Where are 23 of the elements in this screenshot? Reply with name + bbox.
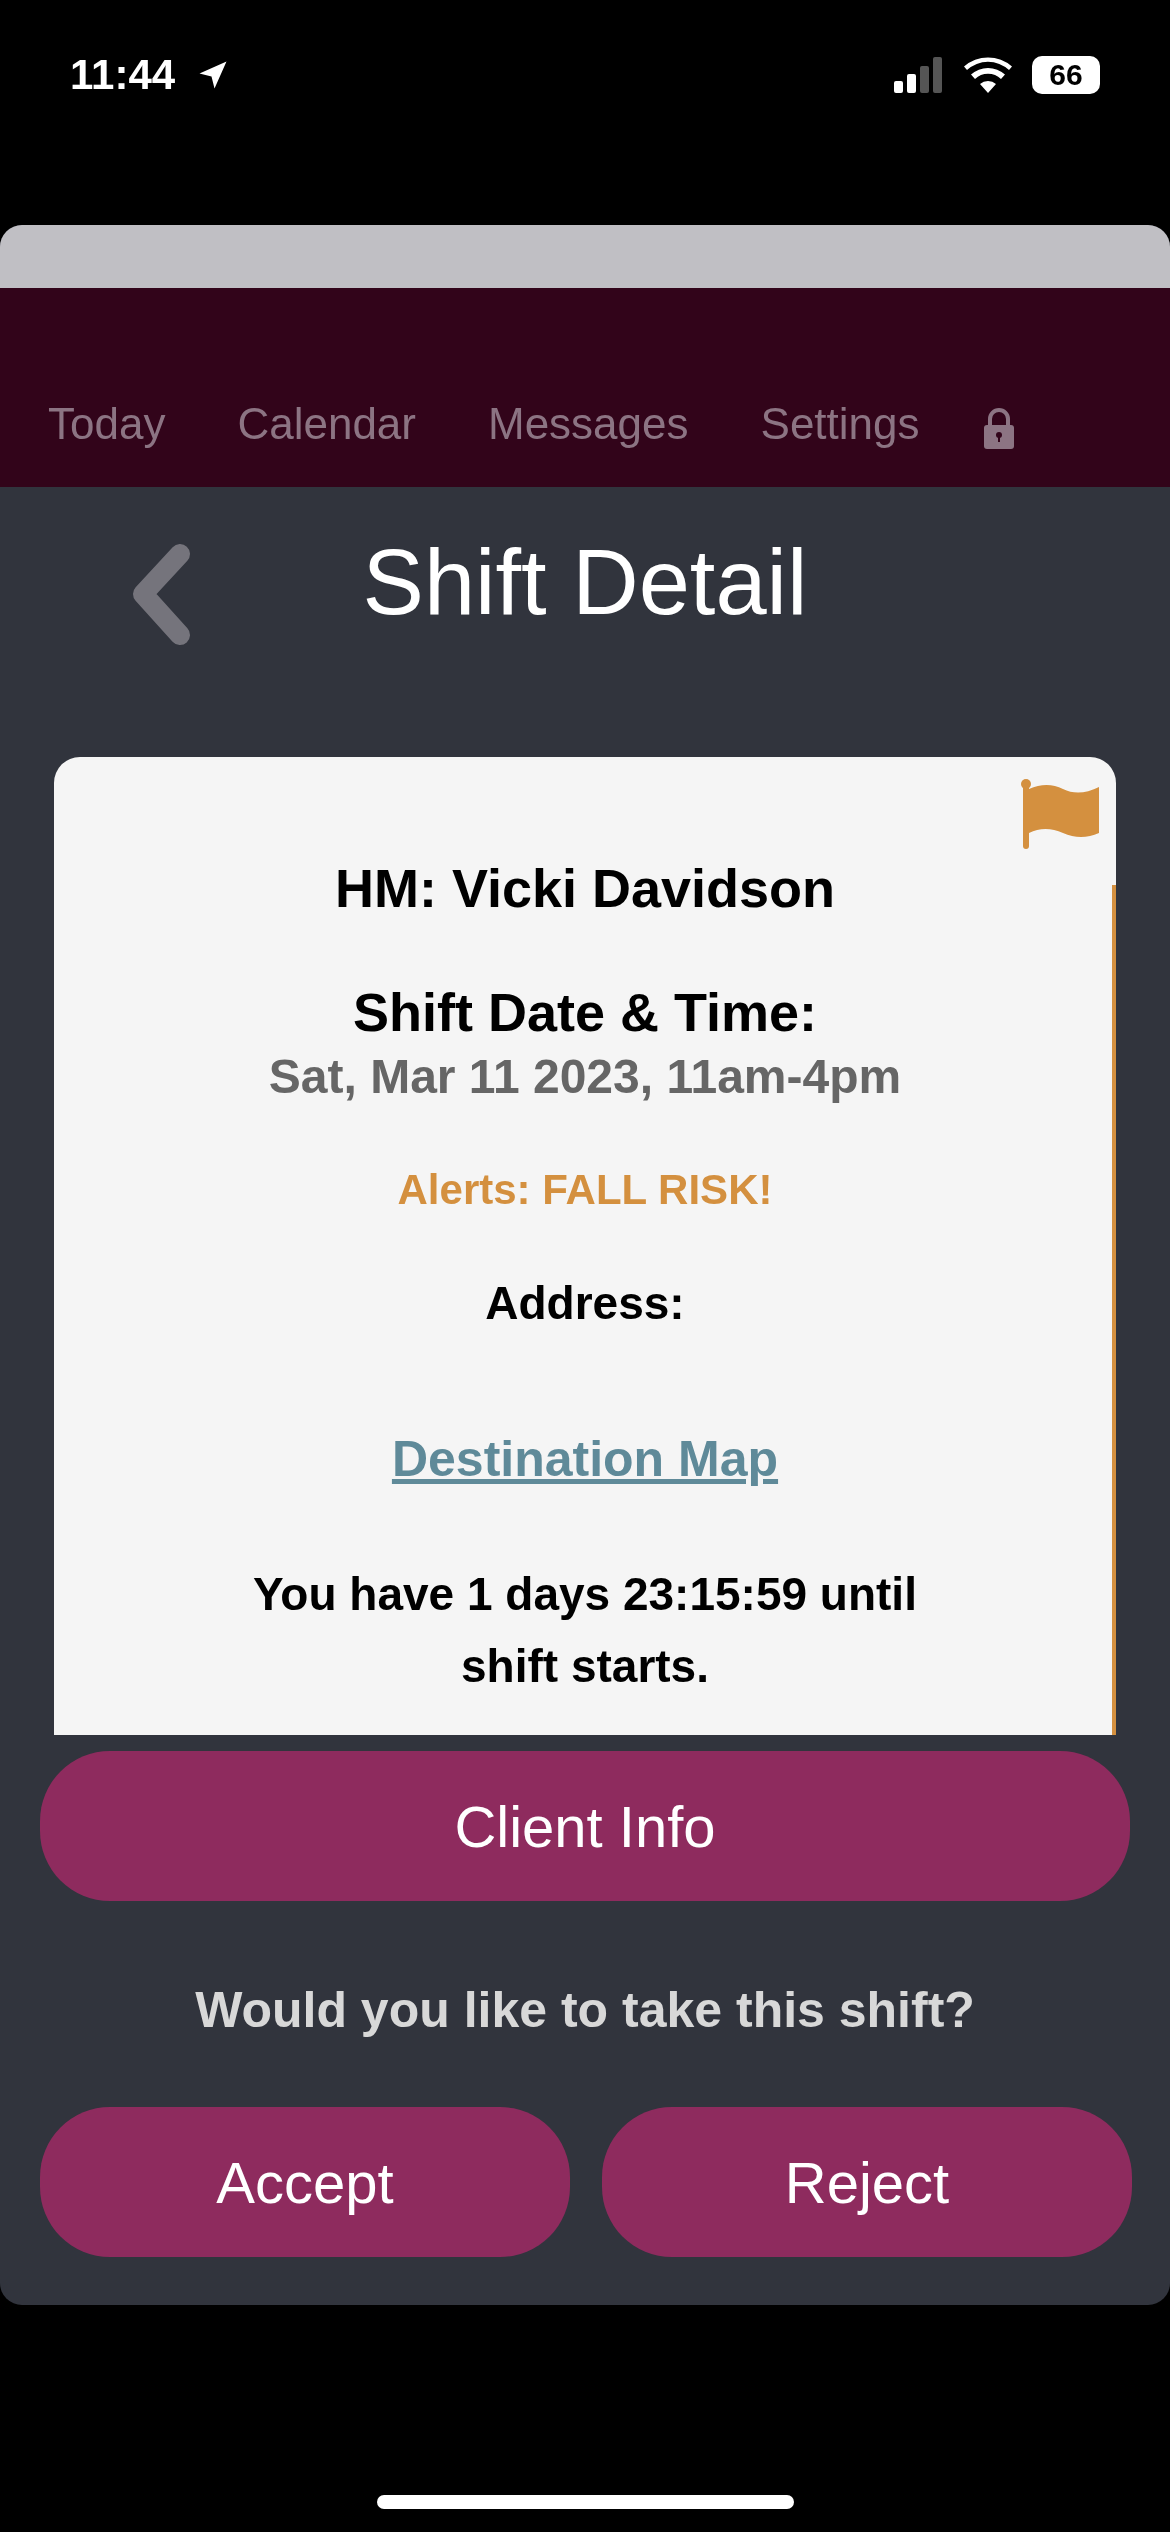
nav-tab[interactable]: Messages	[488, 399, 689, 449]
battery-level: 66	[1032, 56, 1100, 94]
lock-icon[interactable]	[981, 407, 1016, 449]
shift-date-value: Sat, Mar 11 2023, 11am-4pm	[268, 1049, 902, 1104]
destination-map-link[interactable]: Destination Map	[391, 1430, 779, 1488]
flag-icon[interactable]	[1021, 779, 1101, 851]
page-title: Shift Detail	[362, 529, 808, 635]
signal-icon	[894, 57, 944, 93]
shift-date-label: Shift Date & Time:	[352, 981, 818, 1043]
countdown-text: You have 1 days 23:15:59 until shift starts.	[252, 1567, 918, 1694]
accept-button[interactable]: Accept	[40, 2107, 570, 2257]
reject-button[interactable]: Reject	[602, 2107, 1132, 2257]
alerts-text: Alerts: FALL RISK!	[397, 1166, 773, 1214]
wifi-icon	[964, 57, 1012, 93]
nav-tab[interactable]: Today	[48, 399, 166, 449]
nav-tab[interactable]: Settings	[760, 399, 920, 449]
home-manager-name: HM: Vicki Davidson	[334, 857, 836, 919]
nav-tab[interactable]: Calendar	[237, 399, 416, 449]
status-time: 11:44	[70, 51, 176, 99]
scroll-bar[interactable]	[1112, 885, 1116, 1735]
client-info-button[interactable]: Client Info	[40, 1751, 1130, 1901]
address-label: Address:	[485, 1276, 685, 1330]
shift-question: Would you like to take this shift?	[194, 1981, 976, 2039]
